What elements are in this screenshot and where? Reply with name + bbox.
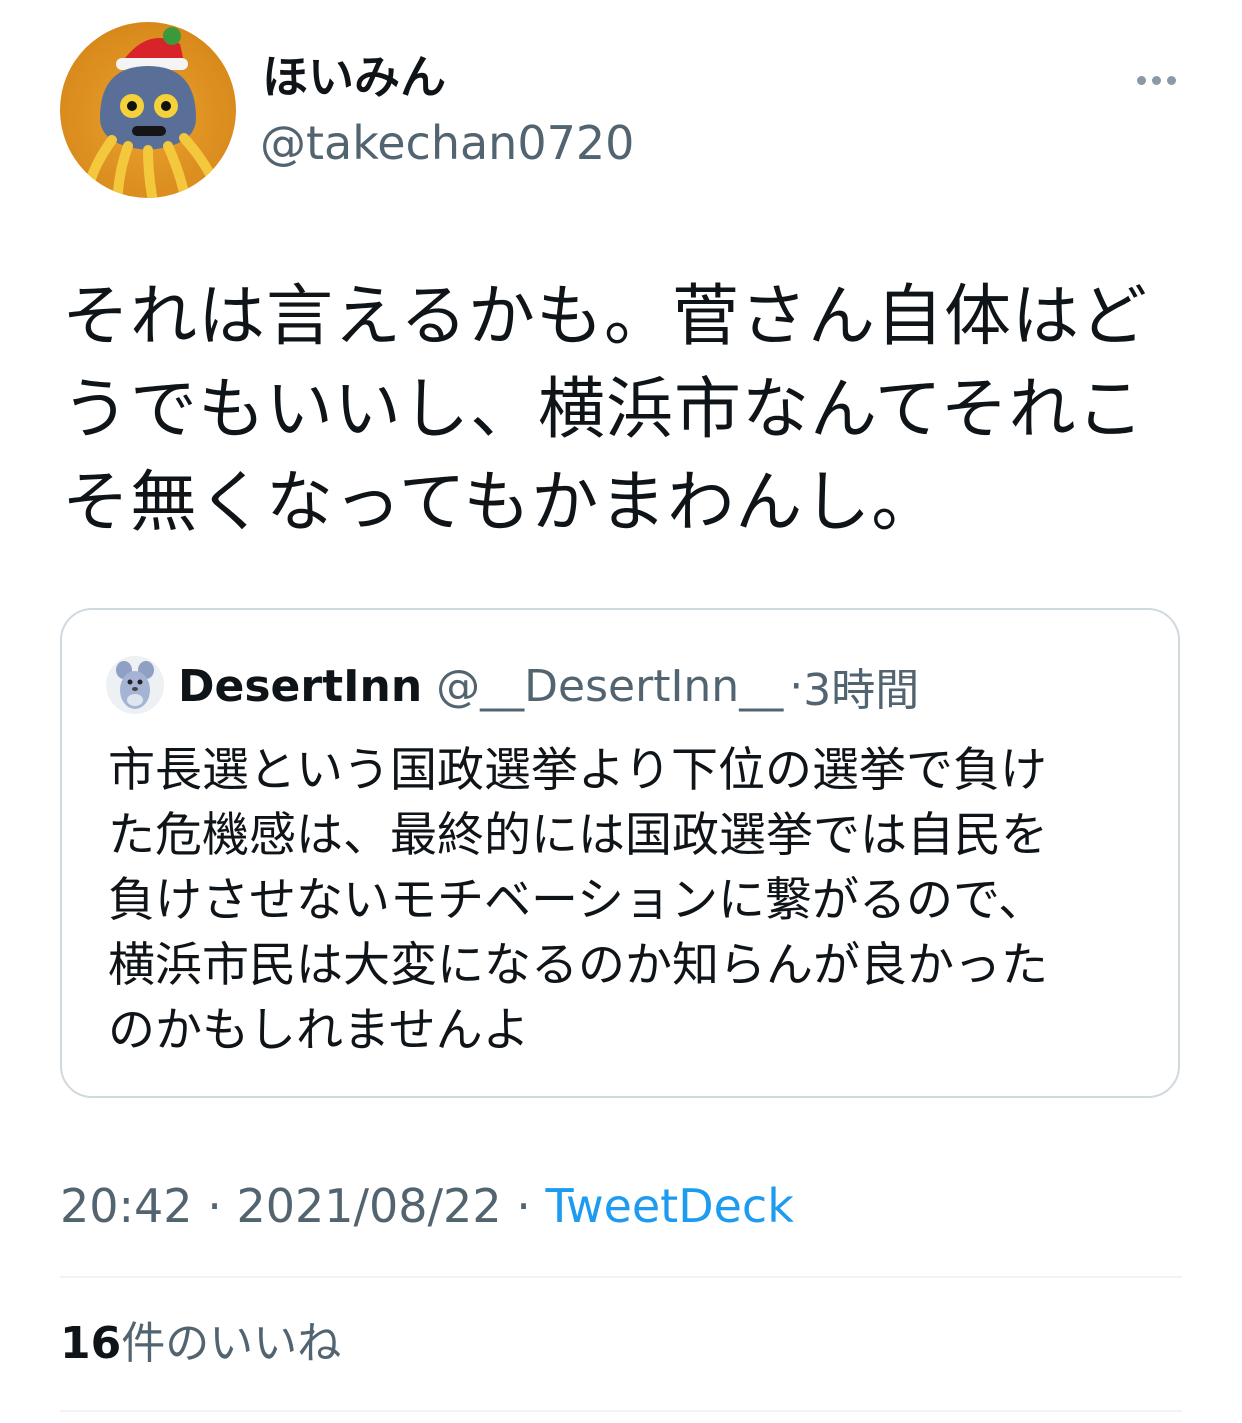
- quoted-text-line: 横浜市民は大変になるのか知らんが良かった: [108, 938, 1048, 993]
- divider: [60, 1410, 1182, 1412]
- tweet-meta: 20:42 · 2021/08/22 · TweetDeck: [60, 1176, 794, 1236]
- more-dot-icon: [1136, 75, 1146, 85]
- quoted-tweet-card[interactable]: DesertInn @__DesertInn__ · 3時間 市長選という国政選…: [60, 608, 1180, 1098]
- quoted-tweet-text: 市長選という国政選挙より下位の選挙で負け た危機感は、最終的には国政選挙では自民…: [108, 738, 1148, 1063]
- author-handle[interactable]: @takechan0720: [260, 114, 634, 172]
- divider: [60, 1276, 1182, 1278]
- quoted-text-line: た危機感は、最終的には国政選挙では自民を: [108, 808, 1048, 863]
- tweet-date[interactable]: 2021/08/22: [236, 1179, 501, 1233]
- more-dot-icon: [1166, 75, 1176, 85]
- likes-count: 16: [60, 1318, 122, 1369]
- hoimi-slime-avatar-icon[interactable]: [60, 22, 236, 198]
- quoted-author-display-name: DesertInn: [178, 660, 423, 712]
- tweet-time[interactable]: 20:42: [60, 1179, 193, 1233]
- quoted-separator: ·: [789, 660, 804, 712]
- quoted-text-line: 負けさせないモチベーションに繋がるので、: [108, 873, 1046, 928]
- meta-separator: ·: [192, 1179, 237, 1233]
- quoted-text-line: のかもしれませんよ: [108, 1003, 530, 1058]
- quoted-text-line: 市長選という国政選挙より下位の選挙で負け: [108, 743, 1048, 798]
- likes-label: 件のいいね: [121, 1318, 342, 1369]
- quoted-timestamp: 3時間: [803, 665, 920, 716]
- quoted-tweet-header: DesertInn @__DesertInn__ · 3時間: [178, 658, 919, 717]
- more-dot-icon: [1151, 75, 1161, 85]
- tweet-text-line: うでもいいし、横浜市なんてそれこ: [62, 370, 1145, 448]
- quoted-author-handle: @__DesertInn__: [436, 660, 784, 712]
- mouse-character-avatar-icon: [106, 656, 164, 714]
- tweet-source-link[interactable]: TweetDeck: [545, 1179, 793, 1233]
- tweet-detail: ほいみん @takechan0720 それは言えるかも。菅さん自体はど うでもい…: [0, 0, 1242, 1423]
- tweet-text-line: そ無くなってもかまわんし。: [62, 463, 940, 541]
- meta-separator: ·: [501, 1179, 546, 1233]
- more-options-button[interactable]: [1126, 64, 1186, 96]
- tweet-text: それは言えるかも。菅さん自体はど うでもいいし、横浜市なんてそれこ そ無くなって…: [62, 270, 1182, 549]
- author-display-name[interactable]: ほいみん: [262, 48, 446, 106]
- tweet-text-line: それは言えるかも。菅さん自体はど: [62, 277, 1148, 355]
- likes-stat-link[interactable]: 16件のいいね: [60, 1314, 341, 1374]
